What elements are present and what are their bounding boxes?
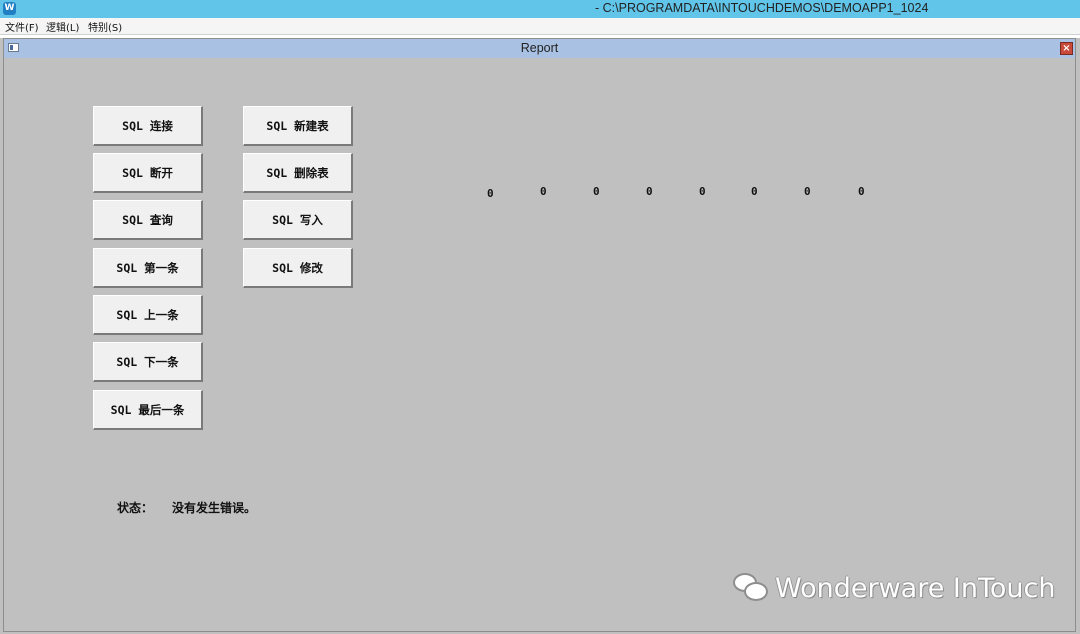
sql-update-button[interactable]: SQL 修改 [243,248,353,288]
sql-query-button[interactable]: SQL 查询 [93,200,203,240]
value-field: 0 [699,185,706,198]
menu-special[interactable]: 特别(S) [88,19,122,34]
title-bar: W - C:\PROGRAMDATA\INTOUCHDEMOS\DEMOAPP1… [0,0,1080,18]
report-title: Report [520,41,559,55]
report-window: Report × SQL 连接 SQL 断开 SQL 查询 SQL 第一条 SQ… [3,38,1076,632]
sql-connect-button[interactable]: SQL 连接 [93,106,203,146]
status-text: 没有发生错误。 [172,501,257,515]
value-field: 0 [593,185,600,198]
report-window-header: Report × [4,39,1075,58]
window-title: - C:\PROGRAMDATA\INTOUCHDEMOS\DEMOAPP1_1… [595,1,929,15]
sql-first-button[interactable]: SQL 第一条 [93,248,203,288]
value-field: 0 [540,185,547,198]
sql-create-table-button[interactable]: SQL 新建表 [243,106,353,146]
sql-insert-button[interactable]: SQL 写入 [243,200,353,240]
menu-file[interactable]: 文件(F) [5,19,39,34]
sql-disconnect-button[interactable]: SQL 断开 [93,153,203,193]
value-field: 0 [804,185,811,198]
value-field: 0 [858,185,865,198]
watermark: Wonderware InTouch [731,570,1056,606]
wechat-icon [731,571,771,605]
watermark-text: Wonderware InTouch [775,572,1056,604]
value-field: 0 [646,185,653,198]
sql-next-button[interactable]: SQL 下一条 [93,342,203,382]
close-button[interactable]: × [1060,42,1073,55]
value-field: 0 [751,185,758,198]
menu-logic[interactable]: 逻辑(L) [46,19,79,34]
menu-bar: 文件(F) 逻辑(L) 特别(S) [0,18,1080,35]
sql-drop-table-button[interactable]: SQL 删除表 [243,153,353,193]
status-label: 状态： [117,501,154,515]
app-icon[interactable]: W [3,2,16,15]
sql-last-button[interactable]: SQL 最后一条 [93,390,203,430]
sql-prev-button[interactable]: SQL 上一条 [93,295,203,335]
value-field: 0 [487,187,494,200]
